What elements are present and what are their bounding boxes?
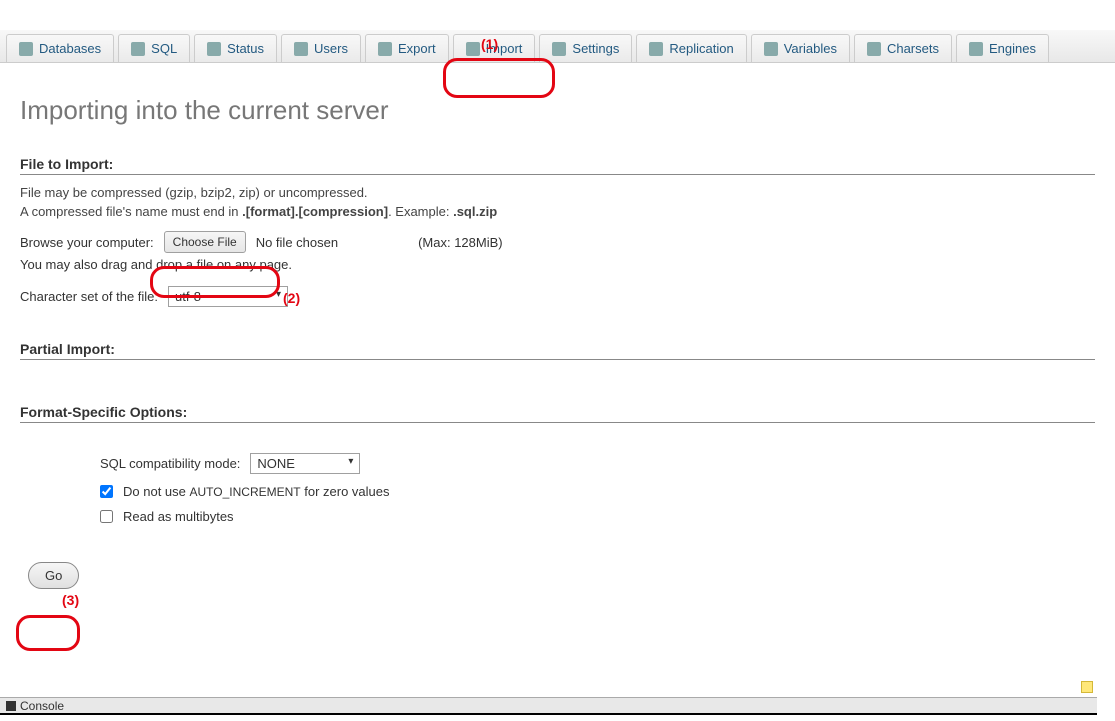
tab-charsets[interactable]: Charsets	[854, 34, 952, 62]
hint-name-format: A compressed file's name must end in .[f…	[20, 204, 1095, 219]
sql-compat-label: SQL compatibility mode:	[100, 456, 240, 471]
section-file-to-import: File to Import:	[20, 156, 1095, 175]
annotation-label-3: (3)	[62, 592, 79, 608]
tab-label: Export	[398, 41, 436, 56]
tab-label: Replication	[669, 41, 733, 56]
tab-label: Variables	[784, 41, 837, 56]
users-icon	[294, 42, 308, 56]
tab-replication[interactable]: Replication	[636, 34, 746, 62]
max-size: (Max: 128MiB)	[418, 235, 503, 250]
section-format-specific: Format-Specific Options:	[20, 404, 1095, 423]
database-icon	[19, 42, 33, 56]
tab-label: Engines	[989, 41, 1036, 56]
tab-label: Databases	[39, 41, 101, 56]
drag-drop-hint: You may also drag and drop a file on any…	[20, 257, 1095, 272]
tab-settings[interactable]: Settings	[539, 34, 632, 62]
tab-sql[interactable]: SQL	[118, 34, 190, 62]
tab-label: Settings	[572, 41, 619, 56]
read-multibytes-label: Read as multibytes	[123, 509, 234, 524]
tab-label: Import	[486, 41, 523, 56]
console-label: Console	[20, 699, 64, 713]
tab-variables[interactable]: Variables	[751, 34, 850, 62]
replication-icon	[649, 42, 663, 56]
annotation-oval-3	[16, 615, 80, 651]
go-button[interactable]: Go	[28, 562, 79, 589]
sql-compat-select[interactable]: NONE	[250, 453, 360, 474]
tab-label: Charsets	[887, 41, 939, 56]
engines-icon	[969, 42, 983, 56]
auto-increment-label: Do not use AUTO_INCREMENT for zero value…	[123, 484, 390, 499]
tab-export[interactable]: Export	[365, 34, 449, 62]
sql-icon	[131, 42, 145, 56]
read-multibytes-checkbox[interactable]	[100, 510, 113, 523]
page-settings-icon[interactable]	[1081, 681, 1093, 693]
console-icon	[6, 701, 16, 711]
top-tabs: Databases SQL Status Users Export Import…	[0, 30, 1115, 63]
tab-databases[interactable]: Databases	[6, 34, 114, 62]
console-bar[interactable]: Console	[0, 697, 1097, 715]
settings-icon	[552, 42, 566, 56]
no-file-chosen: No file chosen	[256, 235, 338, 250]
charset-label: Character set of the file:	[20, 289, 158, 304]
tab-label: SQL	[151, 41, 177, 56]
tab-label: Status	[227, 41, 264, 56]
status-icon	[207, 42, 221, 56]
import-icon	[466, 42, 480, 56]
page-title: Importing into the current server	[20, 95, 1095, 126]
choose-file-button[interactable]: Choose File	[164, 231, 246, 253]
browse-label: Browse your computer:	[20, 235, 154, 250]
variables-icon	[764, 42, 778, 56]
tab-status[interactable]: Status	[194, 34, 277, 62]
section-partial-import: Partial Import:	[20, 341, 1095, 360]
charset-select[interactable]: utf-8	[168, 286, 288, 307]
auto-increment-checkbox[interactable]	[100, 485, 113, 498]
export-icon	[378, 42, 392, 56]
charsets-icon	[867, 42, 881, 56]
tab-label: Users	[314, 41, 348, 56]
main-content: Importing into the current server File t…	[0, 63, 1115, 589]
tab-users[interactable]: Users	[281, 34, 361, 62]
tab-engines[interactable]: Engines	[956, 34, 1049, 62]
hint-compression: File may be compressed (gzip, bzip2, zip…	[20, 185, 1095, 200]
tab-import[interactable]: Import	[453, 34, 536, 62]
